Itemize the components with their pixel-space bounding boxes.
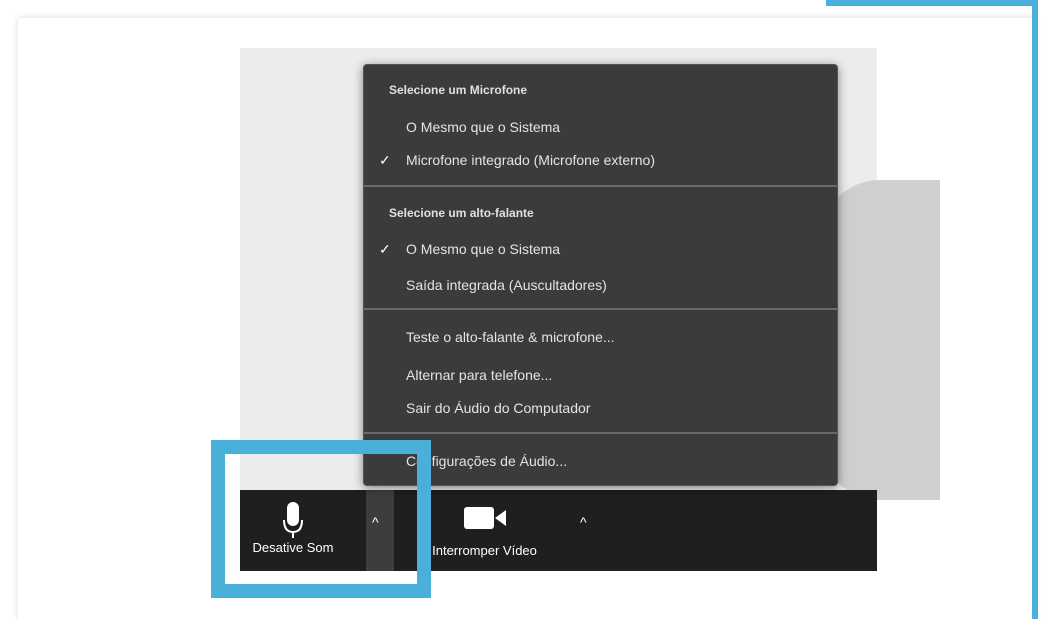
mic-option-system[interactable]: O Mesmo que o Sistema bbox=[406, 119, 560, 135]
mute-button-highlight-box bbox=[211, 440, 431, 598]
frame-top-border bbox=[826, 0, 1038, 6]
video-caret-up-icon[interactable]: ^ bbox=[580, 514, 587, 530]
menu-divider bbox=[364, 308, 837, 310]
speaker-section-heading: Selecione um alto-falante bbox=[389, 206, 534, 220]
frame-right-border bbox=[1032, 0, 1038, 619]
mic-checkmark-icon: ✓ bbox=[379, 152, 391, 168]
audio-options-menu: Selecione um Microfone O Mesmo que o Sis… bbox=[363, 64, 838, 486]
video-participant-shape bbox=[820, 180, 940, 500]
stop-video-button-label: Interromper Vídeo bbox=[432, 543, 537, 558]
menu-divider bbox=[364, 432, 837, 434]
menu-divider bbox=[364, 185, 837, 187]
video-camera-icon bbox=[463, 507, 506, 529]
switch-to-phone-item[interactable]: Alternar para telefone... bbox=[406, 367, 552, 383]
speaker-option-integrated[interactable]: Saída integrada (Auscultadores) bbox=[406, 277, 607, 293]
microphone-section-heading: Selecione um Microfone bbox=[389, 83, 528, 97]
test-speaker-mic-item[interactable]: Teste o alto-falante & microfone... bbox=[406, 329, 615, 345]
speaker-option-system[interactable]: O Mesmo que o Sistema bbox=[406, 241, 560, 257]
speaker-checkmark-icon: ✓ bbox=[379, 241, 391, 257]
mic-option-integrated[interactable]: Microfone integrado (Microfone externo) bbox=[406, 152, 655, 168]
leave-computer-audio-item[interactable]: Sair do Áudio do Computador bbox=[406, 400, 590, 416]
